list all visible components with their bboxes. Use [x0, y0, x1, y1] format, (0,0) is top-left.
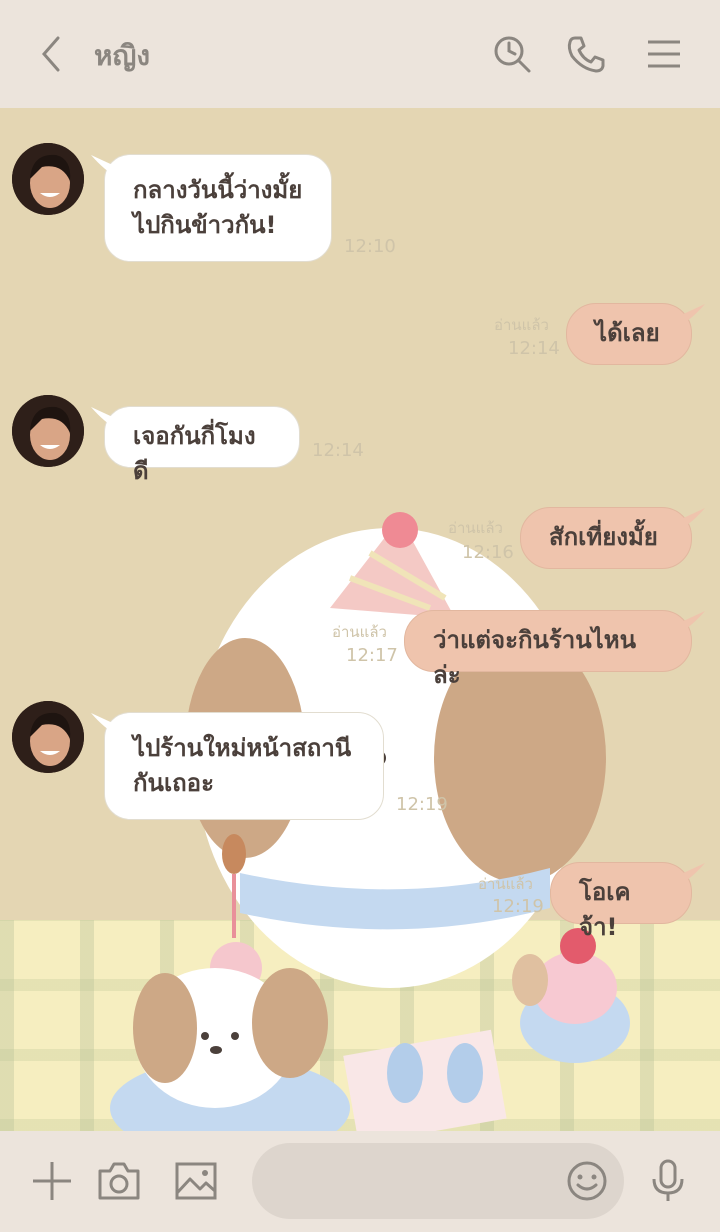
message-text: สักเที่ยงมั้ย: [549, 523, 658, 551]
contact-avatar[interactable]: [12, 143, 84, 215]
chat-header: หญิง: [0, 0, 720, 108]
incoming-message-bubble[interactable]: กลางวันนี้ว่างมั้ย ไปกินข้าวกัน!: [91, 154, 332, 262]
camera-icon[interactable]: [97, 1159, 141, 1203]
message-timestamp: 12:14: [312, 440, 364, 461]
message-input-bar: [0, 1131, 720, 1232]
message-line: เจอกันกี่โมงดี: [133, 422, 256, 485]
read-receipt: อ่านแล้ว: [448, 519, 503, 537]
read-receipt: อ่านแล้ว: [332, 623, 387, 641]
read-receipt: อ่านแล้ว: [478, 875, 533, 893]
phone-icon[interactable]: [566, 34, 606, 74]
chat-title: หญิง: [94, 39, 150, 72]
plus-icon[interactable]: [30, 1159, 74, 1203]
search-history-icon[interactable]: [492, 34, 532, 74]
message-line: ไปร้านใหม่หน้าสถานี: [133, 734, 352, 762]
microphone-icon[interactable]: [646, 1159, 690, 1203]
contact-avatar[interactable]: [12, 701, 84, 773]
incoming-message-bubble[interactable]: ไปร้านใหม่หน้าสถานี กันเถอะ: [91, 712, 384, 820]
incoming-message-bubble[interactable]: เจอกันกี่โมงดี: [91, 406, 300, 485]
outgoing-message-bubble[interactable]: โอเคจ้า!: [550, 862, 705, 941]
message-timestamp: 12:14: [508, 338, 560, 359]
message-line: ไปกินข้าวกัน!: [133, 211, 277, 239]
message-timestamp: 12:10: [344, 236, 396, 257]
outgoing-message-bubble[interactable]: ว่าแต่จะกินร้านไหนล่ะ: [404, 610, 705, 689]
chat-area[interactable]: กลางวันนี้ว่างมั้ย ไปกินข้าวกัน! 12:10 อ…: [0, 108, 720, 1131]
message-timestamp: 12:19: [396, 794, 448, 815]
message-line: กันเถอะ: [133, 769, 214, 797]
read-receipt: อ่านแล้ว: [494, 316, 549, 334]
message-timestamp: 12:19: [492, 896, 544, 917]
contact-avatar[interactable]: [12, 395, 84, 467]
back-chevron-icon[interactable]: [34, 34, 70, 74]
message-timestamp: 12:17: [346, 645, 398, 666]
outgoing-message-bubble[interactable]: สักเที่ยงมั้ย: [520, 507, 705, 569]
menu-icon[interactable]: [644, 34, 684, 74]
message-text: ได้เลย: [595, 319, 660, 347]
outgoing-message-bubble[interactable]: ได้เลย: [566, 303, 705, 365]
image-icon[interactable]: [174, 1159, 218, 1203]
emoji-icon[interactable]: [565, 1159, 609, 1203]
message-line: กลางวันนี้ว่างมั้ย: [133, 176, 303, 204]
message-timestamp: 12:16: [462, 542, 514, 563]
